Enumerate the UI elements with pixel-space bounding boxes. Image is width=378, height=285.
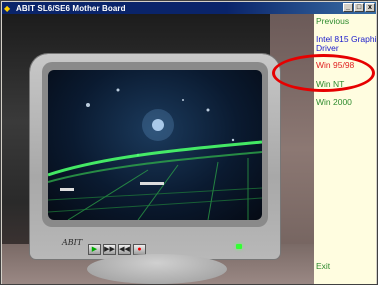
monitor-screen (48, 70, 262, 220)
client-area: ABIT ▶ ▶▶ ◀◀ ● Previous Intel 815 Graphi… (2, 14, 376, 284)
maximize-button[interactable]: □ (354, 3, 364, 12)
playback-controls: ▶ ▶▶ ◀◀ ● (88, 244, 146, 255)
fast-forward-button[interactable]: ▶▶ (103, 244, 116, 255)
app-icon[interactable]: ◆ (4, 4, 13, 13)
sidebar-menu: Previous Intel 815 Graphic Driver Win 95… (314, 14, 376, 284)
app-window: ◆ ABIT SL6/SE6 Mother Board _ □ x ABIT ▶… (0, 0, 378, 285)
menu-item-win9598[interactable]: Win 95/98 (316, 61, 354, 70)
minimize-button[interactable]: _ (343, 3, 353, 12)
screen-graphic (48, 88, 262, 220)
record-icon: ● (137, 246, 142, 253)
monitor-image: ABIT ▶ ▶▶ ◀◀ ● (30, 54, 280, 259)
title-buttons: _ □ x (343, 3, 375, 12)
title-bar: ◆ ABIT SL6/SE6 Mother Board _ □ x (2, 2, 376, 14)
menu-item-exit[interactable]: Exit (316, 262, 330, 271)
fast-forward-icon: ▶▶ (104, 246, 115, 253)
rewind-button[interactable]: ◀◀ (118, 244, 131, 255)
menu-item-intel-driver-line2[interactable]: Driver (316, 44, 339, 53)
play-icon: ▶ (91, 246, 98, 253)
menu-item-winnt[interactable]: Win NT (316, 80, 344, 89)
abit-logo: ABIT (62, 238, 83, 247)
menu-item-win2000[interactable]: Win 2000 (316, 98, 352, 107)
monitor-stand (87, 254, 227, 284)
play-button[interactable]: ▶ (88, 244, 101, 255)
menu-item-previous[interactable]: Previous (316, 17, 349, 26)
background-scene: ABIT ▶ ▶▶ ◀◀ ● (2, 14, 314, 284)
rewind-icon: ◀◀ (119, 246, 130, 253)
power-led (236, 244, 242, 249)
window-title: ABIT SL6/SE6 Mother Board (16, 3, 126, 13)
close-button[interactable]: x (365, 3, 375, 12)
